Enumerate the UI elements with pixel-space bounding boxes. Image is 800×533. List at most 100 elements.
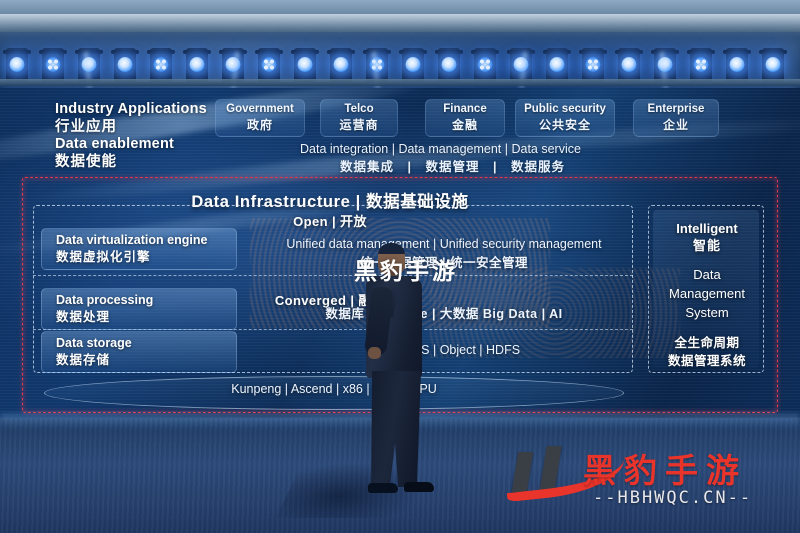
row-3-content: SAN | NAS | Object | HDFS — [244, 341, 644, 360]
stage-light-fixture — [327, 48, 355, 82]
lamp-icon — [333, 57, 349, 72]
tag-3-en: Data storage — [56, 336, 132, 350]
fixture-yoke — [255, 50, 283, 54]
fixture-yoke — [363, 50, 391, 54]
lamp-icon — [153, 57, 169, 72]
center-watermark: 黑豹手游 — [354, 258, 458, 284]
intelligent-title: Intelligent 智能 — [649, 220, 765, 254]
fixture-yoke — [543, 50, 571, 54]
data-enablement-text: Data integration | Data management | Dat… — [300, 140, 770, 176]
stage-light-fixture — [651, 48, 679, 96]
industry-chip-government: Government 政府 — [215, 99, 305, 137]
truss-bottom-bar — [0, 79, 800, 86]
fixture-yoke — [687, 50, 715, 54]
lamp-icon — [765, 57, 781, 72]
conference-stage-photo: Industry Applications 行业应用 Data enableme… — [0, 0, 800, 533]
stage-light-fixture — [255, 48, 283, 82]
stage-light-fixture — [39, 48, 67, 82]
fixture-yoke — [399, 50, 427, 54]
tag-2-en: Data processing — [56, 293, 154, 307]
dms-line-1: Data — [693, 267, 721, 282]
heading-line-4: 数据使能 — [55, 154, 117, 171]
stage-light-fixture — [219, 48, 247, 96]
fixture-yoke — [147, 50, 175, 54]
fixture-yoke — [651, 50, 679, 54]
fixture-yoke — [219, 50, 247, 54]
dms-line-2: Management — [669, 285, 745, 301]
presenter-shoe-left — [368, 483, 398, 493]
intelligent-cn: 智能 — [692, 237, 721, 253]
row-2-cn: 数据库 Database | 大数据 Big Data | AI — [325, 307, 563, 321]
industry-chip-row: Government 政府 Telco 运营商 Finance 金融 Public secu… — [215, 99, 775, 139]
stage-light-fixture — [291, 48, 319, 82]
lamp-icon — [621, 57, 637, 72]
chip-label-cn: 政府 — [246, 117, 273, 132]
stage-light-fixture — [3, 48, 31, 82]
heading-line-1: Industry Applications — [55, 101, 207, 117]
tag-2-cn: 数据处理 — [56, 309, 111, 324]
presenter-hand — [368, 347, 381, 359]
fixture-yoke — [39, 50, 67, 54]
chip-label-en: Government — [226, 103, 294, 115]
stage-light-fixture — [579, 48, 607, 82]
presenter-trousers — [371, 371, 421, 487]
lamp-icon — [585, 57, 601, 72]
heading-line-2: 行业应用 — [55, 118, 117, 135]
fixture-yoke — [183, 50, 211, 54]
stage-light-fixture — [543, 48, 571, 82]
dms-desc-cn: 全生命周期 数据管理系统 — [649, 334, 765, 370]
fixture-yoke — [327, 50, 355, 54]
dms-desc-line-2: 数据管理系统 — [667, 354, 746, 369]
presenter-shoe-right — [404, 482, 434, 492]
lamp-icon — [297, 57, 313, 72]
lamp-icon — [477, 57, 493, 72]
lamp-icon — [441, 57, 457, 72]
chip-label-en: Telco — [344, 103, 374, 115]
brand-url: --HBHWQC.CN-- — [593, 488, 753, 508]
lamp-icon — [117, 57, 133, 72]
stage-light-fixture — [147, 48, 175, 82]
industry-applications-heading: Industry Applications 行业应用 Data enableme… — [55, 101, 207, 172]
brand-name-cn: 黑豹手游 — [583, 451, 747, 490]
industry-chip-public-security: Public security 公共安全 — [515, 99, 615, 137]
stage-light-fixture — [75, 48, 103, 96]
chip-label-cn: 金融 — [451, 117, 478, 132]
lamp-icon — [405, 57, 421, 72]
ceiling-truss — [0, 14, 800, 32]
row-3-en: SAN | NAS | Object | HDFS — [367, 343, 521, 357]
fixture-yoke — [75, 50, 103, 54]
tag-data-storage: Data storage 数据存储 — [41, 331, 237, 373]
dms-desc-line-1: 全生命周期 — [674, 336, 740, 350]
tag-3-cn: 数据存储 — [56, 352, 111, 367]
industry-chip-finance: Finance 金融 — [425, 99, 505, 137]
fixture-yoke — [111, 50, 139, 54]
stage-light-rig — [0, 0, 800, 96]
lamp-icon — [549, 57, 565, 72]
lamp-icon — [189, 57, 205, 72]
tier-separator-1 — [33, 275, 633, 276]
chip-label-cn: 运营商 — [339, 117, 379, 132]
chip-label-cn: 企业 — [662, 117, 689, 132]
fixture-yoke — [615, 50, 643, 54]
intelligent-dms-panel: Intelligent 智能 Data Management System 全生… — [648, 205, 764, 373]
row-2-content: 数据库 Database | 大数据 Big Data | AI — [244, 305, 644, 323]
industry-chip-enterprise: Enterprise 企业 — [633, 99, 719, 137]
stage-light-fixture — [399, 48, 427, 82]
fixture-yoke — [579, 50, 607, 54]
fixture-yoke — [471, 50, 499, 54]
stage-light-fixture — [723, 48, 751, 82]
fixture-yoke — [291, 50, 319, 54]
fixture-yoke — [507, 50, 535, 54]
dms-subtitle: Data Management System — [649, 266, 765, 323]
chip-label-en: Finance — [443, 103, 487, 115]
tag-data-virtualization-engine: Data virtualization engine 数据虚拟化引擎 — [41, 228, 237, 270]
industry-chip-telco: Telco 运营商 — [320, 99, 398, 137]
fixture-yoke — [723, 50, 751, 54]
enablement-en: Data integration | Data management | Dat… — [300, 142, 581, 156]
stage-light-fixture — [687, 48, 715, 82]
stage-light-fixture — [363, 48, 391, 96]
lamp-icon — [261, 57, 277, 72]
lamp-icon — [9, 57, 25, 72]
lamp-icon — [45, 57, 61, 72]
chip-label-cn: 公共安全 — [538, 117, 591, 132]
